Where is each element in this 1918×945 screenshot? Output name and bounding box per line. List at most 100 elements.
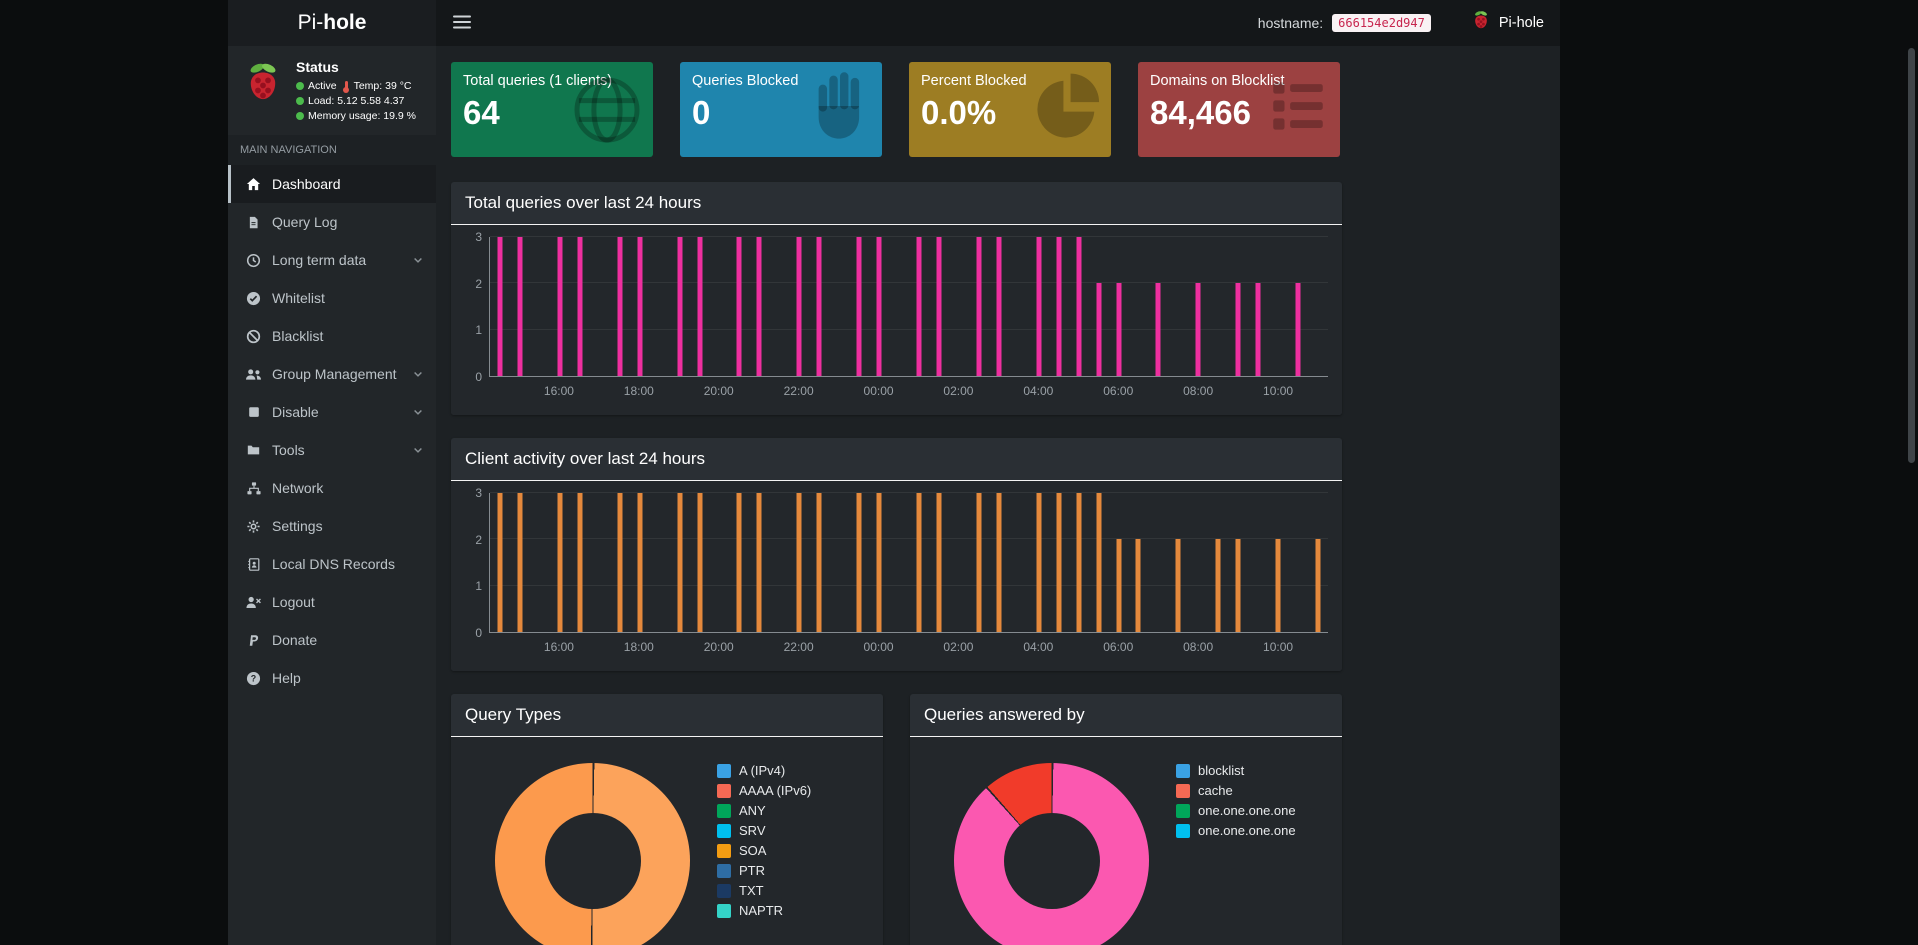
legend-item[interactable]: ANY — [717, 803, 811, 818]
bar — [617, 493, 623, 632]
sidebar-menu: Dashboard Query Log Long term data Whitelis… — [228, 165, 436, 697]
sidebar-item-label: Help — [272, 670, 301, 686]
legend-swatch — [1176, 763, 1190, 778]
legend-label: blocklist — [1198, 763, 1245, 778]
client-activity-chart[interactable]: 0 1 2 3 16:00 18:00 20:00 22:00 00:00 02:00 04:00 0… — [451, 481, 1342, 671]
sidebar-item-group-management[interactable]: Group Management — [228, 355, 436, 393]
legend-item[interactable]: AAAA (IPv6) — [717, 783, 811, 798]
legend-item[interactable]: SOA — [717, 843, 811, 858]
sidebar-item-logout[interactable]: Logout — [228, 583, 436, 621]
doughnut[interactable] — [954, 763, 1149, 945]
panel-title: Query Types — [465, 705, 562, 724]
bar — [697, 493, 702, 632]
status-line-load: Load: 5.12 5.58 4.37 — [296, 95, 416, 107]
sidebar-item-dashboard[interactable]: Dashboard — [228, 165, 436, 203]
total-queries-chart[interactable]: 0 1 2 3 16:00 18:00 20:00 22:00 00:00 02:00 04:00 0… — [451, 225, 1342, 415]
browser-scrollbar[interactable] — [1908, 48, 1915, 463]
bottom-panels-row: Query Types A (IPv4) AAAA (IPv6) ANY SRV SOA… — [451, 694, 1342, 945]
sidebar-section-label: MAIN NAVIGATION — [228, 135, 436, 165]
bar — [697, 237, 702, 376]
sidebar: Status Active Temp: 39 °C Load: 5.12 5.5… — [228, 46, 436, 945]
x-tick-label: 10:00 — [1263, 640, 1294, 654]
total-queries-1-clients-card[interactable]: Total queries (1 clients) 64 — [451, 62, 653, 157]
bar — [1215, 539, 1221, 632]
legend-swatch — [717, 883, 731, 898]
bar — [677, 237, 683, 376]
sidebar-item-label: Local DNS Records — [272, 556, 395, 572]
chevron-down-icon — [412, 254, 424, 266]
legend-item[interactable]: PTR — [717, 863, 811, 878]
status-load-value: Load: 5.12 5.58 4.37 — [308, 95, 405, 107]
sidebar-item-label: Settings — [272, 518, 323, 534]
bar — [936, 493, 942, 632]
queries-answered-by-chart[interactable]: blocklist cache one.one.one.one one.one.one… — [910, 737, 1342, 945]
hand-icon — [804, 70, 876, 147]
sidebar-item-help[interactable]: ? Help — [228, 659, 436, 697]
client-activity-panel: Client activity over last 24 hours 0 1 2 3 1… — [451, 438, 1342, 671]
status-active-label: Active — [308, 80, 337, 92]
gridline — [490, 492, 1328, 493]
hostname-badge: 666154e2d947 — [1332, 14, 1431, 32]
top-navbar: Pi- hole hostname: 666154e2d947 Pi-hole — [228, 0, 1560, 46]
y-tick-label: 3 — [475, 486, 482, 500]
list-icon — [1262, 70, 1334, 147]
sidebar-item-donate[interactable]: Donate — [228, 621, 436, 659]
bar — [1036, 237, 1042, 376]
sidebar-item-query-log[interactable]: Query Log — [228, 203, 436, 241]
legend-label: TXT — [739, 883, 764, 898]
legend-label: PTR — [739, 863, 765, 878]
navbar-main: hostname: 666154e2d947 Pi-hole — [436, 0, 1560, 46]
y-tick-label: 0 — [475, 370, 482, 384]
legend-label: SOA — [739, 843, 767, 858]
legend-item[interactable]: one.one.one.one — [1176, 823, 1296, 838]
sidebar-item-disable[interactable]: Disable — [228, 393, 436, 431]
y-axis: 0 1 2 3 — [465, 230, 489, 384]
legend-label: one.one.one.one — [1198, 823, 1296, 838]
sidebar-item-label: Query Log — [272, 214, 338, 230]
sidebar-item-blacklist[interactable]: Blacklist — [228, 317, 436, 355]
status-info: Status Active Temp: 39 °C Load: 5.12 5.5… — [296, 59, 416, 122]
domains-on-blocklist-card[interactable]: Domains on Blocklist 84,466 — [1138, 62, 1340, 157]
legend-item[interactable]: one.one.one.one — [1176, 803, 1296, 818]
app-logo-text-bold: hole — [323, 11, 367, 34]
bar — [577, 237, 583, 376]
queries-blocked-card[interactable]: Queries Blocked 0 — [680, 62, 882, 157]
legend-label: NAPTR — [739, 903, 784, 918]
legend-item[interactable]: A (IPv4) — [717, 763, 811, 778]
sidebar-toggle-button[interactable] — [436, 0, 488, 47]
doughnut[interactable] — [495, 763, 690, 945]
legend-item[interactable]: NAPTR — [717, 903, 811, 918]
legend-item[interactable]: TXT — [717, 883, 811, 898]
bar — [736, 493, 742, 632]
gridline — [490, 328, 1328, 330]
sidebar-item-whitelist[interactable]: Whitelist — [228, 279, 436, 317]
pie-icon — [1029, 70, 1105, 151]
total-queries-panel: Total queries over last 24 hours 0 1 2 3 16:… — [451, 182, 1342, 415]
app-logo[interactable]: Pi- hole — [228, 0, 436, 46]
query-types-chart[interactable]: A (IPv4) AAAA (IPv6) ANY SRV SOA PTR TXT NAPTR — [451, 737, 883, 945]
square-icon — [244, 405, 263, 419]
navbar-brand[interactable]: Pi-hole — [1470, 10, 1544, 36]
check-circle-icon — [244, 291, 263, 306]
legend-swatch — [717, 863, 731, 878]
sidebar-item-tools[interactable]: Tools — [228, 431, 436, 469]
sidebar-item-local-dns-records[interactable]: Local DNS Records — [228, 545, 436, 583]
legend-swatch — [1176, 803, 1190, 818]
percent-blocked-card[interactable]: Percent Blocked 0.0% — [909, 62, 1111, 157]
bar — [557, 237, 563, 376]
bar — [936, 237, 942, 376]
chart-plot-area[interactable] — [489, 236, 1328, 377]
sidebar-item-network[interactable]: Network — [228, 469, 436, 507]
bar — [756, 493, 762, 632]
chart-plot-area[interactable] — [489, 492, 1328, 633]
legend-item[interactable]: cache — [1176, 783, 1296, 798]
sidebar-item-settings[interactable]: Settings — [228, 507, 436, 545]
bar — [1235, 283, 1241, 376]
legend-item[interactable]: SRV — [717, 823, 811, 838]
x-tick-label: 08:00 — [1183, 384, 1214, 398]
bar — [517, 493, 523, 632]
sidebar-item-long-term-data[interactable]: Long term data — [228, 241, 436, 279]
legend-item[interactable]: blocklist — [1176, 763, 1296, 778]
x-tick-label: 00:00 — [863, 384, 894, 398]
x-tick-label: 16:00 — [543, 640, 574, 654]
